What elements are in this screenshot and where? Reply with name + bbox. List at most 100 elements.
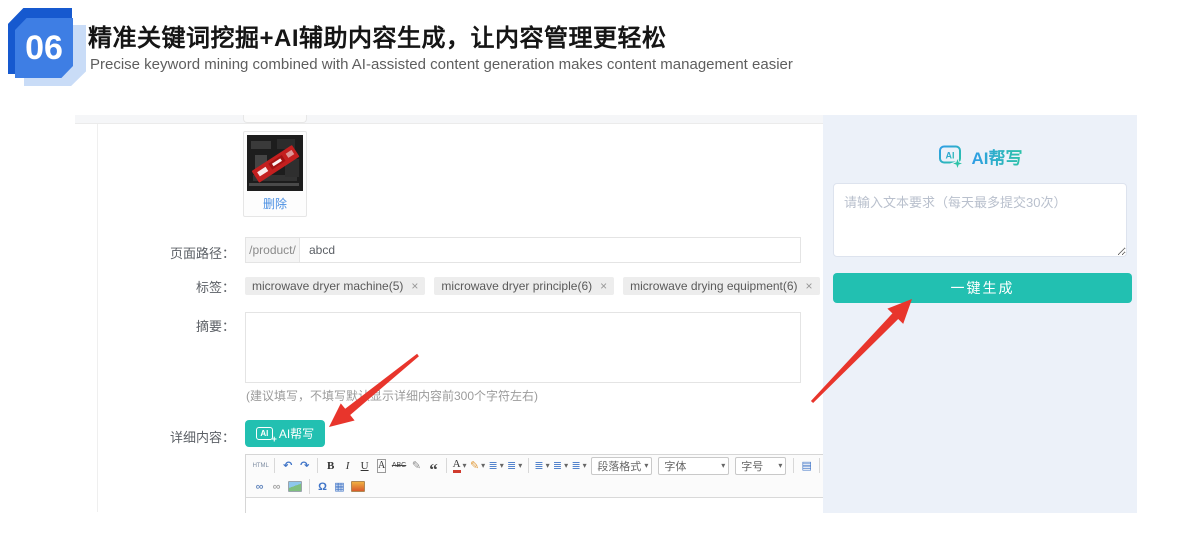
font-family-select-value: 字体 (664, 458, 686, 474)
font-size-select-value: 字号 (741, 458, 763, 474)
section-number-badge: 06 (8, 6, 86, 86)
summary-textarea[interactable] (245, 312, 801, 383)
paragraph-format-select[interactable]: 段落格式▾ (591, 457, 652, 475)
ai-panel-header: AI AI帮写 (823, 143, 1137, 170)
font-background-icon-glyph: A (377, 459, 386, 473)
ai-panel-title: AI帮写 (972, 144, 1023, 169)
align-icon[interactable]: ≣▾ (552, 457, 569, 475)
chevron-down-icon: ▾ (500, 461, 504, 470)
remove-format-icon[interactable]: ✎ (409, 457, 424, 475)
chevron-down-icon: ▾ (721, 461, 725, 470)
svg-text:AI: AI (945, 151, 954, 161)
ai-panel: AI AI帮写 一键生成 (823, 115, 1137, 513)
ai-sparkle-icon: AI (938, 143, 965, 170)
italic-icon-glyph: I (346, 460, 350, 472)
undo-icon[interactable]: ↶ (280, 457, 295, 475)
undo-icon-glyph: ↶ (283, 459, 292, 472)
blockquote-icon[interactable]: “ (426, 457, 441, 475)
special-char-icon[interactable]: Ω (315, 478, 330, 496)
tag-label: microwave dryer principle(6) (441, 279, 592, 293)
path-prefix: /product/ (246, 238, 300, 262)
highlight-icon[interactable]: ✎▾ (469, 457, 486, 475)
generate-button[interactable]: 一键生成 (833, 273, 1132, 303)
chevron-down-icon: ▾ (546, 461, 550, 470)
tags-label: 标签： (75, 277, 235, 296)
font-background-icon[interactable]: A (374, 457, 389, 475)
chevron-down-icon: ▾ (564, 461, 568, 470)
chevron-down-icon: ▾ (518, 461, 522, 470)
bold-icon[interactable]: B (323, 457, 338, 475)
chevron-down-icon: ▾ (644, 461, 648, 470)
paragraph-format-select-value: 段落格式 (597, 458, 641, 474)
page-path-input-group: /product/ (245, 237, 801, 263)
ai-write-button-label: AI帮写 (279, 425, 314, 442)
editor-content-area[interactable] (246, 497, 846, 513)
ai-plus-icon: AI+ (256, 427, 273, 440)
ordered-list-icon[interactable]: ≣▾ (488, 457, 505, 475)
tag-pill: microwave drying equipment(6) × (623, 277, 819, 295)
chevron-down-icon: ▾ (463, 461, 467, 470)
font-family-select[interactable]: 字体 ▾ (658, 457, 729, 475)
toolbar-separator (446, 458, 447, 473)
ordered-list-icon-glyph: ≣ (488, 459, 497, 472)
editor-toolbar-row1: HTML↶↷BIUAABC✎“A▾✎▾≣▾≣▾≣▾≣▾≣▾段落格式▾字体▾字号▾… (246, 455, 846, 476)
underline-icon[interactable]: U (357, 457, 372, 475)
toolbar-separator (317, 458, 318, 473)
link-icon[interactable]: ∞ (252, 478, 267, 496)
outdent-icon-glyph: ≣ (534, 459, 543, 472)
rich-text-editor: HTML↶↷BIUAABC✎“A▾✎▾≣▾≣▾≣▾≣▾≣▾段落格式▾字体▾字号▾… (245, 454, 847, 513)
source-code-icon[interactable]: HTML (252, 457, 269, 475)
anchor-icon[interactable]: ▤ (799, 457, 814, 475)
detail-content-label: 详细内容： (75, 427, 235, 446)
unlink-icon-glyph: ∞ (273, 481, 281, 493)
strikethrough-icon[interactable]: ABC (391, 457, 407, 475)
italic-icon[interactable]: I (340, 457, 355, 475)
font-color-icon[interactable]: A▾ (452, 457, 468, 475)
underline-icon-glyph: U (361, 460, 369, 472)
badge-number: 06 (15, 18, 73, 78)
ai-write-button[interactable]: AI+ AI帮写 (245, 420, 325, 447)
page-path-input[interactable] (300, 238, 800, 262)
unlink-icon[interactable]: ∞ (269, 478, 284, 496)
line-height-icon-glyph: ≣ (571, 459, 580, 472)
redo-icon[interactable]: ↷ (297, 457, 312, 475)
toolbar-separator (274, 458, 275, 473)
toolbar-separator (819, 458, 820, 473)
font-color-icon-glyph: A (453, 458, 461, 473)
cropped-upload-cell (243, 115, 307, 123)
unordered-list-icon[interactable]: ≣▾ (506, 457, 523, 475)
tag-label: microwave drying equipment(6) (630, 279, 797, 293)
media-icon[interactable] (349, 478, 367, 496)
chevron-down-icon: ▾ (778, 461, 782, 470)
tag-label: microwave dryer machine(5) (252, 279, 403, 293)
blockquote-icon-glyph: “ (429, 458, 438, 474)
unordered-list-icon-glyph: ≣ (507, 459, 516, 472)
chevron-down-icon: ▾ (481, 461, 485, 470)
tags-field[interactable]: microwave dryer machine(5)×microwave dry… (245, 273, 801, 299)
table-icon[interactable]: ▦ (332, 478, 347, 496)
tag-pill: microwave dryer machine(5) × (245, 277, 425, 295)
ai-requirement-input[interactable] (833, 183, 1127, 257)
remove-tag-button[interactable]: × (411, 280, 418, 292)
remove-tag-button[interactable]: × (600, 280, 607, 292)
image-icon[interactable] (286, 478, 304, 496)
page: 06 精准关键词挖掘+AI辅助内容生成，让内容管理更轻松 Precise key… (0, 0, 1200, 545)
toolbar-separator (793, 458, 794, 473)
remove-tag-button[interactable]: × (806, 280, 813, 292)
tag-pill: microwave dryer principle(6) × (434, 277, 614, 295)
anchor-icon-glyph: ▤ (801, 459, 811, 472)
summary-hint: (建议填写，不填写默认显示详细内容前300个字符左右) (246, 387, 538, 404)
strikethrough-icon-glyph: ABC (392, 462, 406, 469)
summary-label: 摘要： (75, 316, 235, 335)
editor-toolbar-row2: ∞ ∞ Ω ▦ (246, 476, 846, 497)
toolbar-separator (528, 458, 529, 473)
delete-image-link[interactable]: 删除 (247, 195, 303, 212)
media-icon-glyph (351, 481, 365, 492)
font-size-select[interactable]: 字号 ▾ (735, 457, 786, 475)
align-icon-glyph: ≣ (553, 459, 562, 472)
outdent-icon[interactable]: ≣▾ (534, 457, 551, 475)
table-icon-glyph: ▦ (334, 480, 344, 493)
line-height-icon[interactable]: ≣▾ (571, 457, 588, 475)
toolbar-separator (309, 479, 310, 494)
thumbnail-card: 删除 (243, 131, 307, 217)
